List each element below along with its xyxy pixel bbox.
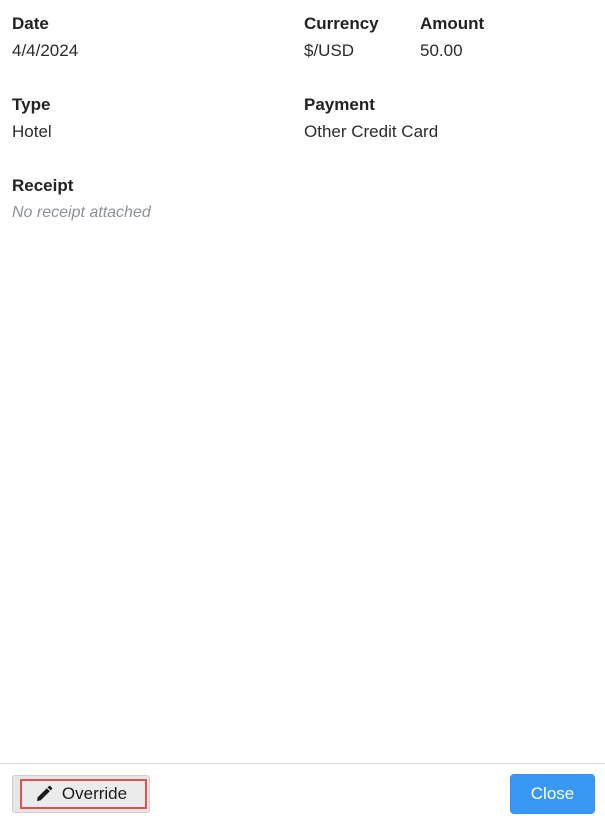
- currency-value: $/USD: [304, 41, 355, 60]
- close-button[interactable]: Close: [510, 774, 595, 814]
- amount-value: 50.00: [420, 41, 463, 60]
- payment-value: Other Credit Card: [304, 122, 439, 141]
- payment-label: Payment: [304, 95, 375, 114]
- type-value: Hotel: [12, 122, 52, 141]
- expense-detail-dialog: Date 4/4/2024 Currency $/USD Amount 50.0…: [0, 0, 605, 816]
- currency-label: Currency: [304, 14, 379, 33]
- receipt-empty-message: No receipt attached: [12, 204, 151, 221]
- amount-label: Amount: [420, 14, 485, 33]
- receipt-label: Receipt: [12, 176, 74, 195]
- dialog-footer: Override Close: [0, 763, 605, 816]
- override-button-label: Override: [61, 784, 128, 803]
- date-value: 4/4/2024: [12, 41, 79, 60]
- override-button[interactable]: Override: [12, 775, 150, 813]
- amount-field: Amount 50.00: [420, 14, 484, 61]
- payment-field: Payment Other Credit Card: [304, 95, 438, 142]
- date-label: Date: [12, 14, 49, 33]
- date-field: Date 4/4/2024: [12, 14, 78, 61]
- type-field: Type Hotel: [12, 95, 52, 142]
- currency-field: Currency $/USD: [304, 14, 379, 61]
- type-label: Type: [12, 95, 51, 114]
- receipt-field: Receipt No receipt attached: [12, 176, 151, 223]
- override-button-content: Override: [13, 776, 149, 812]
- pencil-icon: [35, 785, 53, 803]
